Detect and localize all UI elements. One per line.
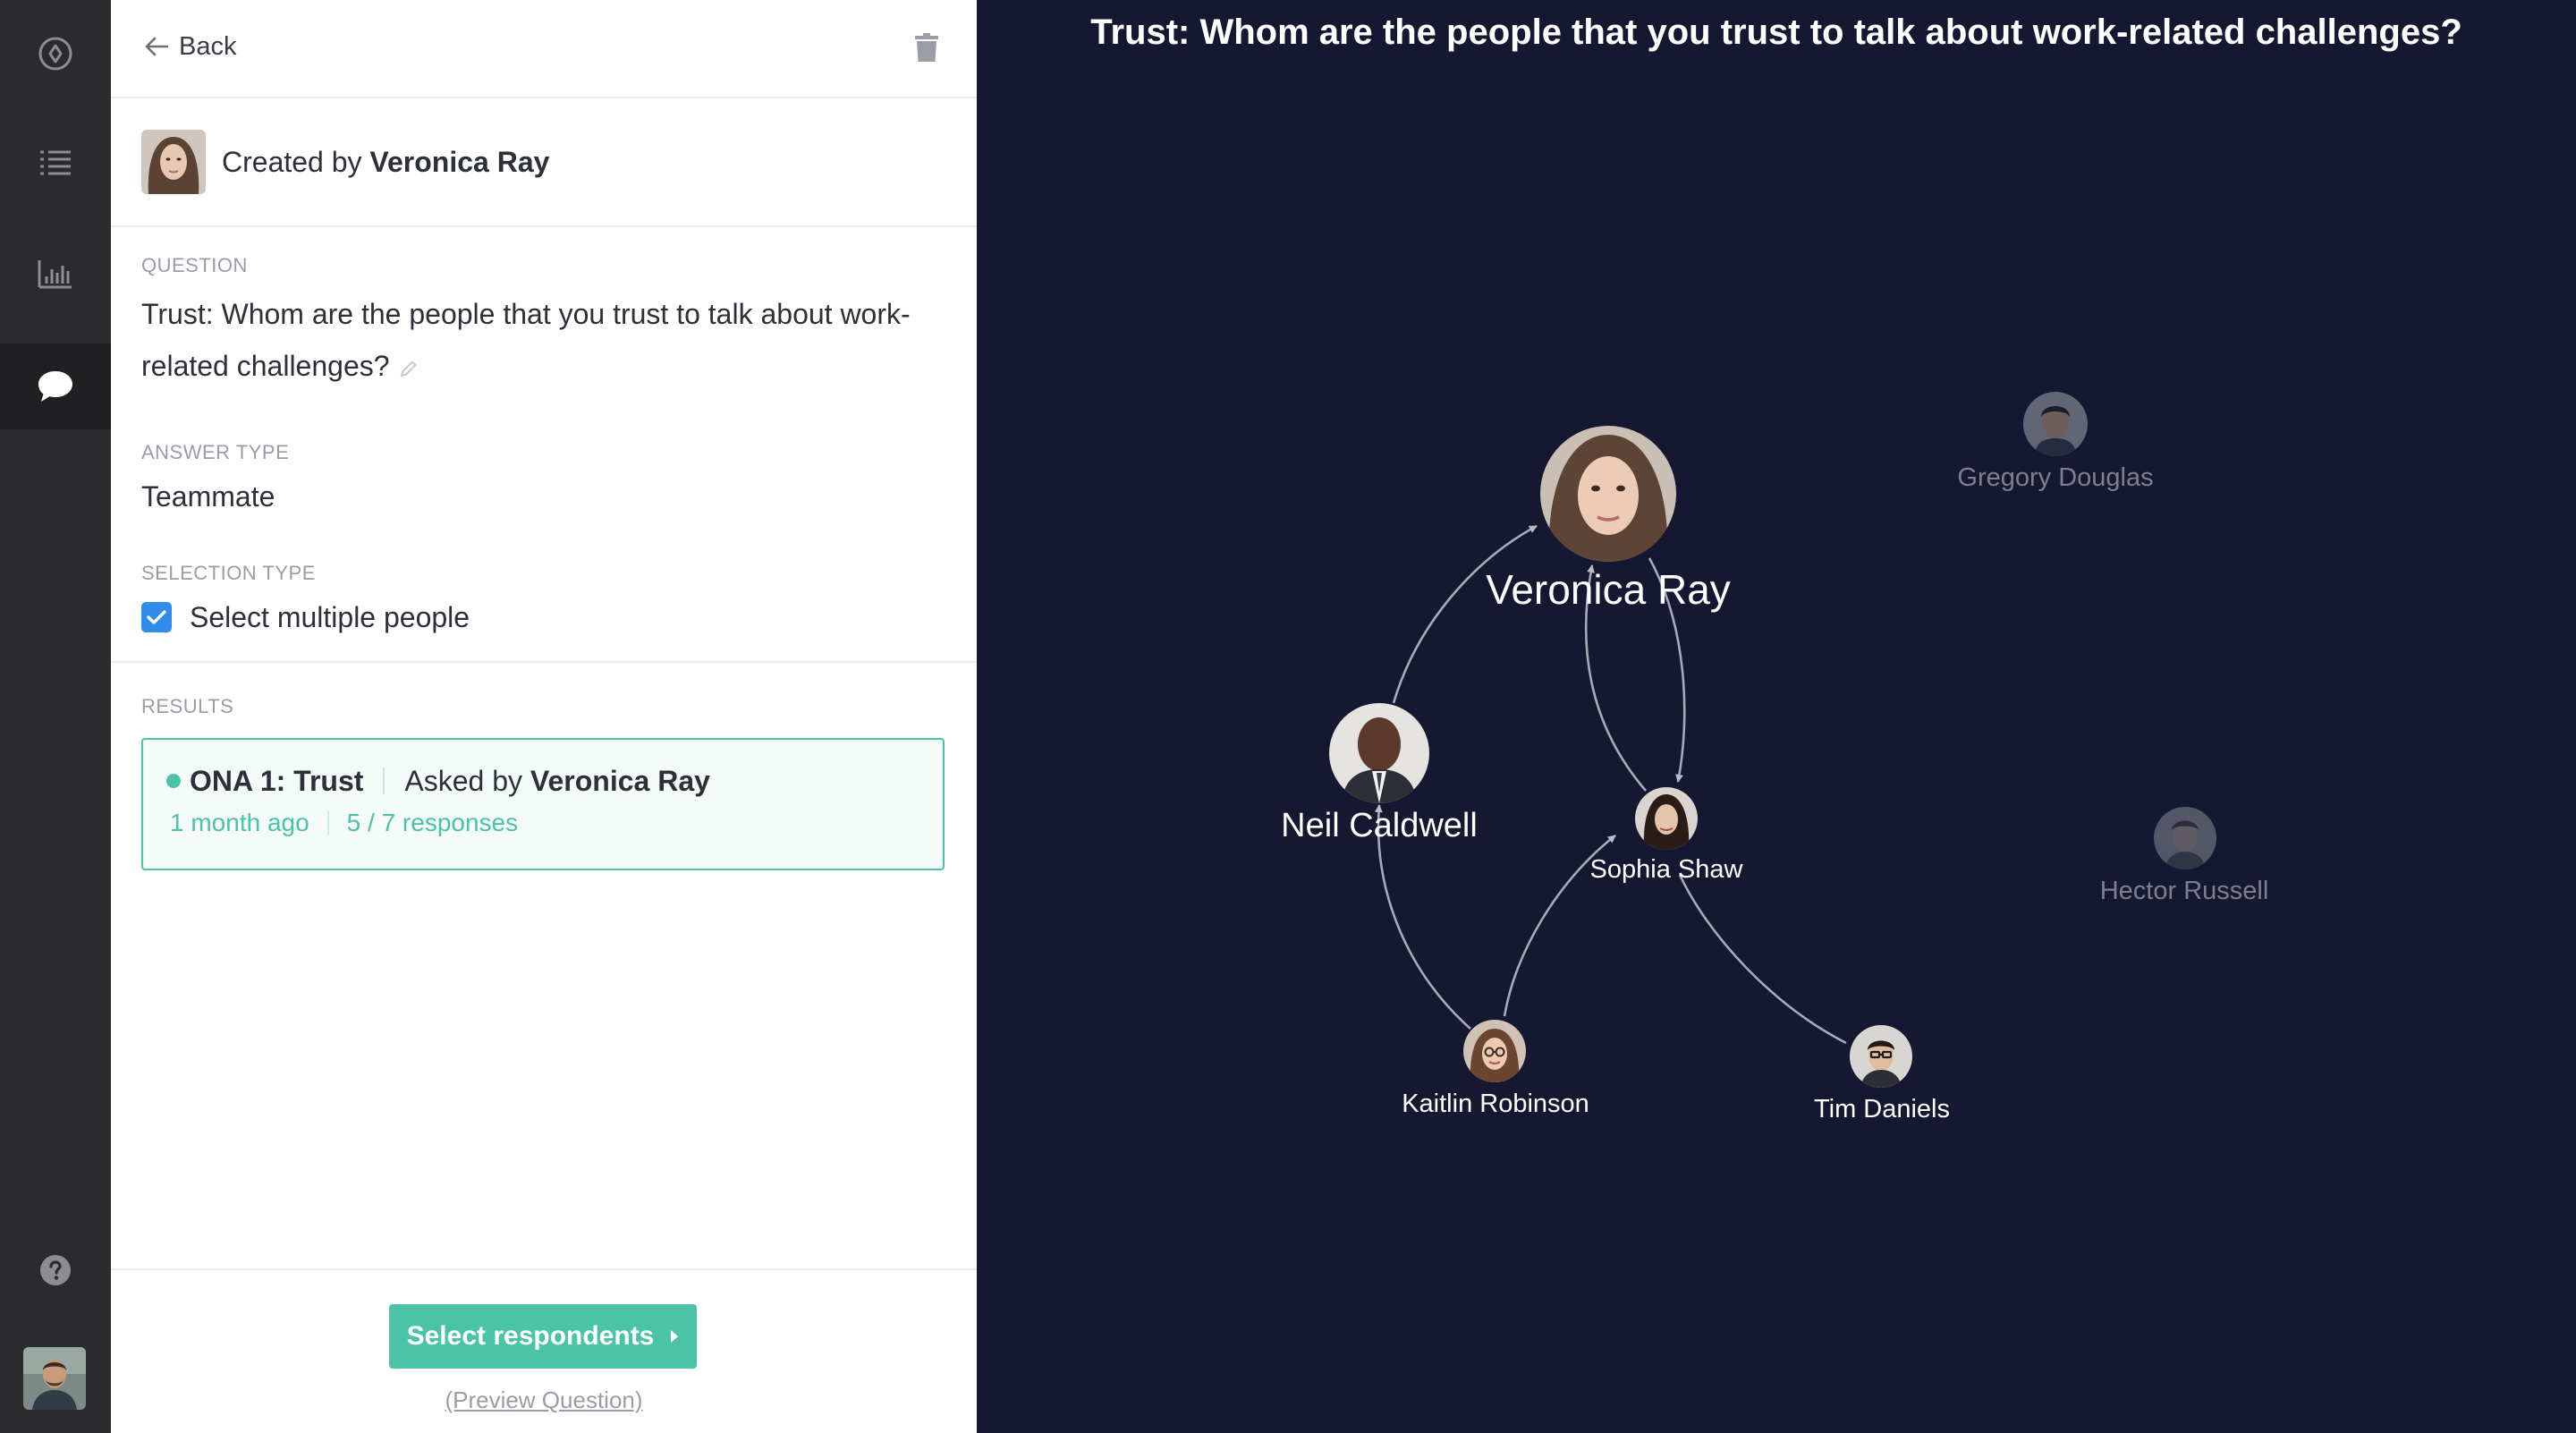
creator-avatar — [141, 130, 206, 194]
reports-nav-button[interactable] — [0, 231, 111, 317]
selection-type-label: SELECTION TYPE — [141, 561, 316, 584]
result-card-header: ONA 1: Trust Asked by Veronica Ray — [166, 765, 918, 798]
created-by-text: Created by Veronica Ray — [222, 146, 549, 179]
arrow-left-icon — [145, 37, 168, 56]
list-nav-button[interactable] — [0, 120, 111, 206]
preview-question-link[interactable]: (Preview Question) — [111, 1386, 977, 1414]
node-label: Gregory Douglas — [1957, 463, 2154, 492]
panel-header: Back — [111, 0, 977, 98]
back-button[interactable]: Back — [145, 27, 236, 66]
result-age: 1 month ago — [170, 808, 309, 836]
chat-bubble-icon — [38, 371, 72, 402]
asked-by: Asked by Veronica Ray — [404, 765, 710, 798]
question-section: QUESTION Trust: Whom are the people that… — [111, 227, 977, 661]
node-label: Veronica Ray — [1486, 566, 1731, 613]
result-card-meta: 1 month ago 5 / 7 responses — [166, 809, 918, 837]
checkmark-icon — [147, 610, 166, 624]
graph-edges — [1374, 524, 1847, 1045]
node-label: Kaitlin Robinson — [1402, 1090, 1589, 1118]
node-avatar — [1635, 787, 1698, 850]
icon-rail — [0, 0, 111, 1433]
edge-tim-to-sophia — [1678, 874, 1847, 1045]
edit-question-button[interactable] — [399, 343, 419, 394]
compass-nav-button[interactable] — [0, 11, 111, 97]
node-avatar — [1850, 1025, 1912, 1088]
node-avatar — [1463, 1020, 1526, 1082]
asked-by-name: Veronica Ray — [530, 764, 710, 797]
separator — [383, 767, 386, 795]
back-label: Back — [179, 31, 237, 61]
creator-row: Created by Veronica Ray — [111, 98, 977, 227]
question-text: Trust: Whom are the people that you trus… — [141, 298, 911, 382]
caret-right-icon — [671, 1330, 679, 1343]
bar-chart-icon — [38, 260, 72, 289]
question-detail-panel: Back Created by Veronica Ray QUESTION Tr… — [111, 0, 977, 1433]
result-responses: 5 / 7 responses — [346, 808, 519, 836]
creator-name: Veronica Ray — [369, 145, 550, 178]
user-avatar[interactable] — [23, 1347, 86, 1410]
select-multiple-checkbox-row[interactable]: Select multiple people — [141, 601, 946, 634]
answer-type-label: ANSWER TYPE — [141, 440, 290, 463]
node-label: Neil Caldwell — [1281, 807, 1478, 844]
questions-nav-button[interactable] — [0, 343, 111, 429]
list-icon — [40, 150, 71, 175]
separator — [326, 810, 329, 835]
compass-icon — [38, 37, 72, 71]
node-label: Hector Russell — [2099, 877, 2269, 905]
select-respondents-label: Select respondents — [406, 1321, 655, 1351]
select-multiple-label: Select multiple people — [190, 600, 470, 633]
panel-footer: Select respondents (Preview Question) — [111, 1268, 977, 1433]
delete-button[interactable] — [911, 30, 943, 64]
created-by-prefix: Created by — [222, 145, 362, 178]
node-avatar — [1540, 426, 1676, 562]
node-label: Sophia Shaw — [1589, 855, 1743, 884]
pencil-icon — [400, 360, 417, 377]
network-graph: Trust: Whom are the people that you trus… — [977, 0, 2576, 1433]
node-label: Tim Daniels — [1813, 1095, 1951, 1124]
answer-type-value: Teammate — [141, 479, 275, 513]
question-text-block: Trust: Whom are the people that you trus… — [141, 288, 946, 394]
trash-icon — [915, 33, 938, 62]
results-section: RESULTS ONA 1: Trust Asked by Veronica R… — [111, 663, 977, 870]
asked-by-prefix: Asked by — [404, 764, 523, 797]
edge-neil-to-veronica — [1392, 524, 1538, 704]
node-avatar — [1329, 703, 1429, 803]
select-respondents-button[interactable]: Select respondents — [389, 1304, 697, 1369]
result-card[interactable]: ONA 1: Trust Asked by Veronica Ray 1 mon… — [141, 737, 945, 870]
question-label: QUESTION — [141, 254, 248, 276]
node-avatar — [2023, 392, 2088, 456]
select-multiple-checkbox[interactable] — [141, 602, 172, 633]
help-icon — [40, 1255, 71, 1285]
result-title: ONA 1: Trust — [190, 764, 364, 797]
node-avatar — [2154, 807, 2216, 869]
status-dot — [166, 774, 181, 789]
results-label: RESULTS — [141, 694, 234, 717]
help-button[interactable] — [0, 1227, 111, 1313]
